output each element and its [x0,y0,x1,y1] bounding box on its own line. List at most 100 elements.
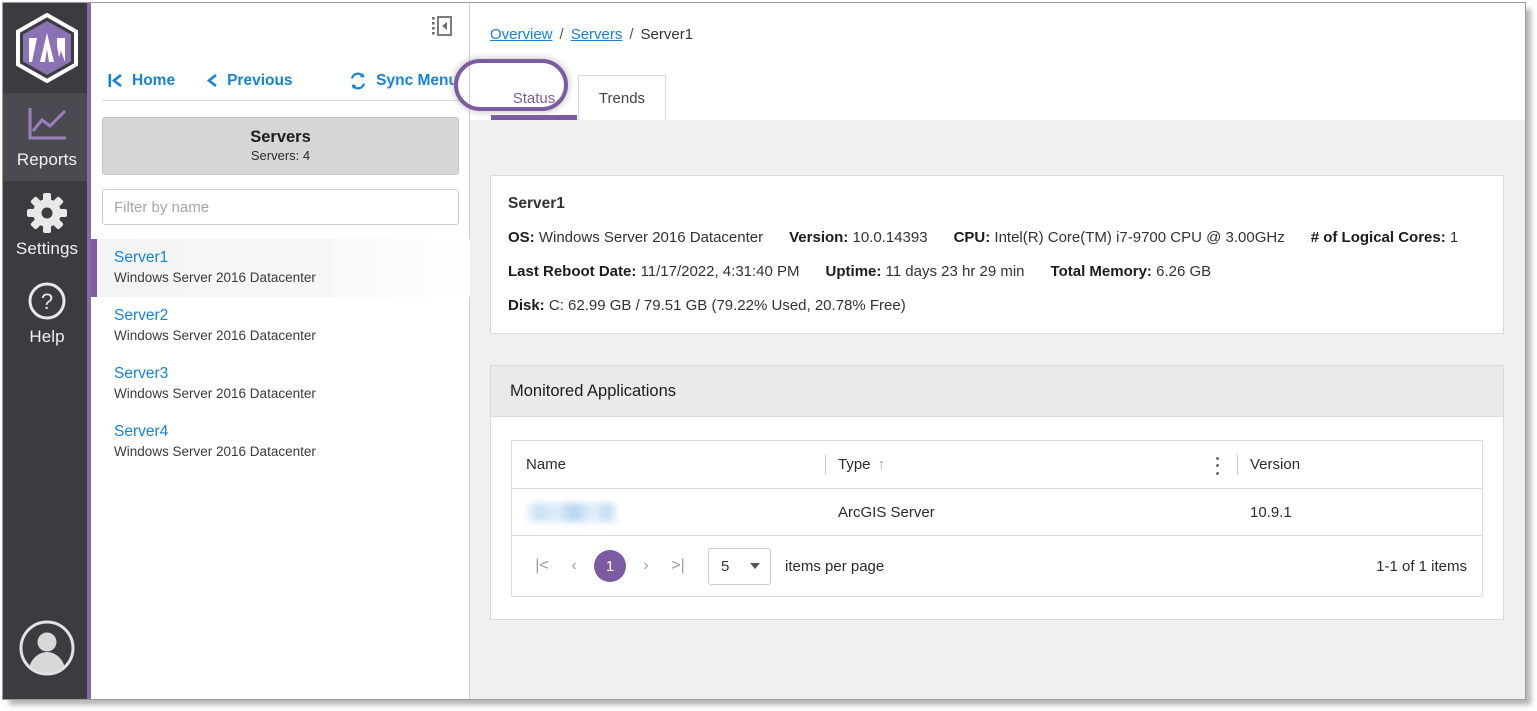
server-name[interactable]: Server2 [114,305,470,326]
server-info-row: Disk: C: 62.99 GB / 79.51 GB (79.22% Use… [508,297,1486,314]
sidebar-item-label: Reports [17,150,77,170]
servers-card-title: Servers [250,127,311,147]
pager-first-button[interactable]: |< [526,550,558,582]
info-key: # of Logical Cores: [1311,229,1446,246]
question-circle-icon: ? [26,280,68,322]
column-header-name[interactable]: Name [512,441,825,489]
collapse-panel-icon [431,15,453,37]
info-field-uptime: Uptime: 11 days 23 hr 29 min [826,263,1025,280]
app-logo [3,3,91,93]
info-field-disk: Disk: C: 62.99 GB / 79.51 GB (79.22% Use… [508,297,906,314]
server-info-row: OS: Windows Server 2016 Datacenter Versi… [508,229,1486,246]
monitored-applications-title: Monitored Applications [510,382,676,401]
pager-previous-button[interactable]: ‹ [558,550,590,582]
breadcrumb-separator: / [560,26,564,43]
tab-status[interactable]: Status [490,75,578,120]
avatar[interactable] [3,619,91,677]
first-page-icon [107,72,124,89]
info-key: Disk: [508,297,545,314]
sidebar-item-settings[interactable]: Settings [3,181,91,269]
column-header-label: Version [1250,456,1300,473]
kebab-dot [1216,457,1219,460]
column-header-type[interactable]: Type ↑ [825,441,1237,489]
page-size-value: 5 [721,558,729,575]
pager: |< ‹ 1 › >| 5 items per page 1-1 of 1 it… [512,536,1482,596]
cell-type: ArcGIS Server [825,504,1237,521]
list-item[interactable]: Server2 Windows Server 2016 Datacenter [91,297,470,355]
server-os: Windows Server 2016 Datacenter [114,326,470,346]
info-field-cores: # of Logical Cores: 1 [1311,229,1459,246]
info-field-total-memory: Total Memory: 6.26 GB [1051,263,1212,280]
navigation-bar: Home Previous Sync Menu [102,61,460,101]
collapse-panel-button[interactable] [429,13,455,39]
pager-next-button[interactable]: › [630,550,662,582]
cell-version: 10.9.1 [1237,504,1482,521]
breadcrumb-link-overview[interactable]: Overview [490,26,553,43]
sync-menu-label: Sync Menu [376,72,458,90]
info-key: Uptime: [826,263,882,280]
info-key: Total Memory: [1051,263,1152,280]
page-size-select[interactable]: 5 [708,548,771,585]
info-value: Windows Server 2016 Datacenter [539,229,763,246]
list-item[interactable]: Server3 Windows Server 2016 Datacenter [91,355,470,413]
pager-page-1-button[interactable]: 1 [594,550,626,582]
sort-ascending-icon: ↑ [878,456,886,473]
info-value: C: 62.99 GB / 79.51 GB (79.22% Used, 20.… [549,297,906,314]
server-info-title: Server1 [508,195,1486,213]
user-avatar-icon [18,619,76,677]
info-field-os: OS: Windows Server 2016 Datacenter [508,229,763,246]
servers-list-pane: Home Previous Sync Menu Servers S [91,3,470,699]
home-button[interactable]: Home [107,72,175,90]
pager-last-button[interactable]: >| [662,550,694,582]
list-item[interactable]: Server4 Windows Server 2016 Datacenter [91,413,470,471]
info-field-version: Version: 10.0.14393 [789,229,927,246]
app-hexagon-logo-icon [14,13,80,83]
server-name[interactable]: Server3 [114,363,470,384]
monitored-applications-card: Monitored Applications Name Type ↑ [490,365,1504,620]
gear-icon [26,192,68,234]
tab-label: Status [513,90,556,107]
info-value: 1 [1450,229,1458,246]
filter-by-name-input[interactable] [102,189,459,225]
sidebar-item-reports[interactable]: Reports [3,93,91,181]
breadcrumb: Overview / Servers / Server1 [490,26,693,43]
main-content: Overview / Servers / Server1 Server1 Sta… [470,3,1525,699]
list-item[interactable]: Server1 Windows Server 2016 Datacenter [91,239,470,297]
breadcrumb-link-servers[interactable]: Servers [571,26,623,43]
info-value: 11/17/2022, 4:31:40 PM [641,263,800,280]
column-header-label: Type [838,456,871,473]
icon-rail-sidebar: Reports Settings ? Help [3,3,91,699]
server-list: Server1 Windows Server 2016 Datacenter S… [91,239,470,471]
sidebar-item-label: Help [29,327,64,347]
table-row[interactable]: ArcGIS Server 10.9.1 [512,489,1482,536]
servers-summary-card[interactable]: Servers Servers: 4 [102,117,459,175]
more-options-icon[interactable] [1209,457,1225,475]
breadcrumb-separator: / [629,26,633,43]
grid-header-row: Name Type ↑ Version [512,441,1482,489]
chart-line-icon [24,105,70,145]
sync-menu-button[interactable]: Sync Menu [348,71,458,91]
info-field-cpu: CPU: Intel(R) Core(TM) i7-9700 CPU @ 3.0… [954,229,1285,246]
server-name[interactable]: Server4 [114,421,470,442]
info-key: OS: [508,229,535,246]
monitored-applications-header: Monitored Applications [491,366,1503,417]
svg-text:?: ? [41,289,53,314]
sync-icon [348,71,368,91]
info-key: Last Reboot Date: [508,263,636,280]
pager-summary: 1-1 of 1 items [1376,558,1467,575]
column-divider [825,455,826,475]
home-label: Home [132,72,175,90]
tab-trends[interactable]: Trends [578,75,666,120]
server-name[interactable]: Server1 [114,247,470,268]
column-header-version[interactable]: Version [1237,441,1482,489]
previous-button[interactable]: Previous [205,72,292,90]
info-key: CPU: [954,229,991,246]
info-value: 10.0.14393 [852,229,927,246]
redacted-name-blur [526,503,619,522]
sidebar-item-help[interactable]: ? Help [3,269,91,357]
chevron-down-icon [750,563,760,569]
content-header: Overview / Servers / Server1 Server1 Sta… [470,3,1525,120]
application-window: Reports Settings ? Help [2,2,1526,700]
cell-name[interactable] [512,503,825,522]
previous-label: Previous [227,72,292,90]
